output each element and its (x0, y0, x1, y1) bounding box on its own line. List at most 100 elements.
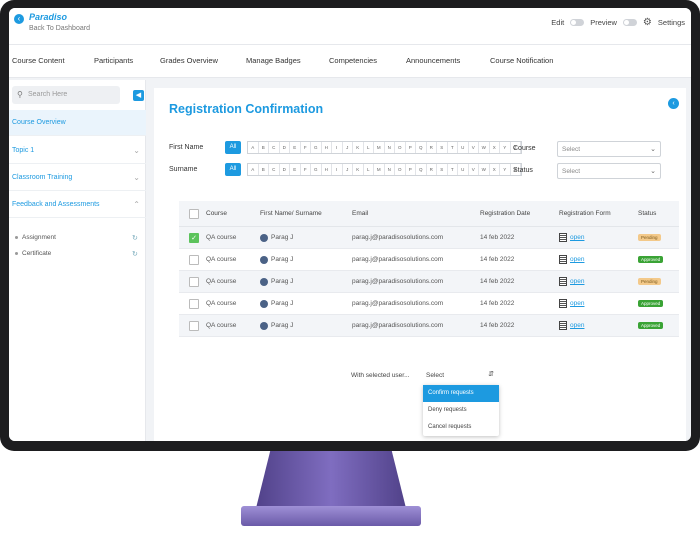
course-select[interactable]: Select ⌄ (557, 141, 661, 157)
tab-announcements[interactable]: Announcements (406, 56, 460, 65)
surname-letter-j[interactable]: J (343, 164, 353, 175)
surname-letter-n[interactable]: N (385, 164, 395, 175)
first-name-letter-a[interactable]: A (248, 142, 259, 153)
row-checkbox[interactable] (189, 298, 199, 309)
first-name-letter-p[interactable]: P (406, 142, 416, 153)
surname-letter-c[interactable]: C (269, 164, 280, 175)
first-name-all-button[interactable]: All (225, 141, 241, 154)
surname-letter-a[interactable]: A (248, 164, 259, 175)
tab-participants[interactable]: Participants (94, 56, 133, 65)
sidebar-subitem-certificate[interactable]: Certificate (15, 250, 51, 257)
first-name-letter-k[interactable]: K (353, 142, 364, 153)
surname-letter-d[interactable]: D (280, 164, 290, 175)
open-form-link[interactable]: open (570, 278, 584, 285)
surname-letter-w[interactable]: W (479, 164, 490, 175)
row-course: QA course (206, 278, 237, 285)
back-to-dashboard-link[interactable]: Back To Dashboard (29, 25, 90, 32)
gear-icon[interactable]: ⚙ (643, 17, 652, 28)
sidebar-search-input[interactable]: ⚲ Search Here (12, 86, 120, 104)
row-checkbox[interactable] (189, 276, 199, 287)
open-form-link[interactable]: open (570, 256, 584, 263)
first-name-letter-r[interactable]: R (427, 142, 437, 153)
first-name-label: First Name (169, 144, 204, 151)
surname-letter-v[interactable]: V (469, 164, 479, 175)
open-form-link[interactable]: open (570, 300, 584, 307)
surname-letter-y[interactable]: Y (500, 164, 511, 175)
status-select[interactable]: Select ⌄ (557, 163, 661, 179)
tab-manage-badges[interactable]: Manage Badges (246, 56, 301, 65)
sidebar: ⚲ Search Here ◀ Course Overview Topic 1 … (9, 80, 146, 441)
surname-letter-e[interactable]: E (290, 164, 301, 175)
first-name-letter-b[interactable]: B (259, 142, 269, 153)
sidebar-subitem-assignment[interactable]: Assignment (15, 234, 56, 241)
surname-letter-h[interactable]: H (322, 164, 332, 175)
tab-course-content[interactable]: Course Content (12, 56, 65, 65)
first-name-letter-s[interactable]: S (437, 142, 448, 153)
sidebar-item-topic-1[interactable]: Topic 1 ⌄ (9, 138, 146, 164)
back-arrow-icon[interactable]: ‹ (668, 98, 679, 109)
back-arrow-icon[interactable]: ‹ (14, 14, 24, 24)
surname-letter-u[interactable]: U (458, 164, 469, 175)
surname-letter-l[interactable]: L (364, 164, 374, 175)
first-name-letter-e[interactable]: E (290, 142, 301, 153)
surname-letter-s[interactable]: S (437, 164, 448, 175)
surname-letter-k[interactable]: K (353, 164, 364, 175)
first-name-letter-h[interactable]: H (322, 142, 332, 153)
option-deny-requests[interactable]: Deny requests (423, 402, 499, 419)
surname-letter-f[interactable]: F (301, 164, 311, 175)
first-name-letter-o[interactable]: O (395, 142, 406, 153)
first-name-letter-u[interactable]: U (458, 142, 469, 153)
tab-competencies[interactable]: Competencies (329, 56, 377, 65)
first-name-letter-filter: ABCDEFGHIJKLMNOPQRSTUVWXYZ (247, 141, 522, 154)
first-name-letter-t[interactable]: T (448, 142, 458, 153)
surname-letter-q[interactable]: Q (416, 164, 427, 175)
first-name-letter-i[interactable]: I (332, 142, 343, 153)
surname-letter-b[interactable]: B (259, 164, 269, 175)
select-all-checkbox[interactable] (189, 208, 199, 219)
first-name-letter-w[interactable]: W (479, 142, 490, 153)
surname-letter-x[interactable]: X (490, 164, 500, 175)
first-name-letter-f[interactable]: F (301, 142, 311, 153)
first-name-letter-v[interactable]: V (469, 142, 479, 153)
bulk-action-select[interactable]: Select ⇵ (422, 368, 498, 384)
logo-area: ‹ Paradiso Back To Dashboard (14, 12, 90, 32)
surname-letter-o[interactable]: O (395, 164, 406, 175)
surname-letter-r[interactable]: R (427, 164, 437, 175)
surname-letter-p[interactable]: P (406, 164, 416, 175)
tab-course-notification[interactable]: Course Notification (490, 56, 553, 65)
first-name-letter-x[interactable]: X (490, 142, 500, 153)
first-name-letter-l[interactable]: L (364, 142, 374, 153)
option-cancel-requests[interactable]: Cancel requests (423, 419, 499, 436)
first-name-letter-n[interactable]: N (385, 142, 395, 153)
row-checkbox[interactable] (189, 254, 199, 265)
row-email: parag.j@paradisosolutions.com (352, 322, 444, 329)
first-name-letter-d[interactable]: D (280, 142, 290, 153)
sidebar-item-classroom-training[interactable]: Classroom Training ⌄ (9, 165, 146, 191)
surname-letter-g[interactable]: G (311, 164, 322, 175)
option-confirm-requests[interactable]: Confirm requests (423, 385, 499, 402)
surname-letter-t[interactable]: T (448, 164, 458, 175)
preview-toggle[interactable] (622, 19, 637, 26)
sidebar-item-course-overview[interactable]: Course Overview (9, 110, 146, 136)
document-icon (559, 277, 567, 286)
tab-grades-overview[interactable]: Grades Overview (160, 56, 218, 65)
surname-letter-m[interactable]: M (374, 164, 385, 175)
first-name-letter-j[interactable]: J (343, 142, 353, 153)
sidebar-collapse-button[interactable]: ◀ (133, 90, 144, 101)
row-checkbox[interactable] (189, 320, 199, 331)
first-name-letter-m[interactable]: M (374, 142, 385, 153)
edit-toggle[interactable] (570, 19, 585, 26)
surname-all-button[interactable]: All (225, 163, 241, 176)
sidebar-item-feedback-assessments[interactable]: Feedback and Assessments ⌃ (9, 192, 146, 218)
col-registration-date: Registration Date (480, 210, 531, 217)
main-panel: Registration Confirmation ‹ First Name A… (154, 88, 686, 441)
first-name-letter-y[interactable]: Y (500, 142, 511, 153)
surname-letter-i[interactable]: I (332, 164, 343, 175)
open-form-link[interactable]: open (570, 322, 584, 329)
open-form-link[interactable]: open (570, 234, 584, 241)
settings-link[interactable]: Settings (658, 18, 685, 27)
first-name-letter-q[interactable]: Q (416, 142, 427, 153)
row-checkbox[interactable]: ✓ (189, 232, 199, 243)
first-name-letter-g[interactable]: G (311, 142, 322, 153)
first-name-letter-c[interactable]: C (269, 142, 280, 153)
